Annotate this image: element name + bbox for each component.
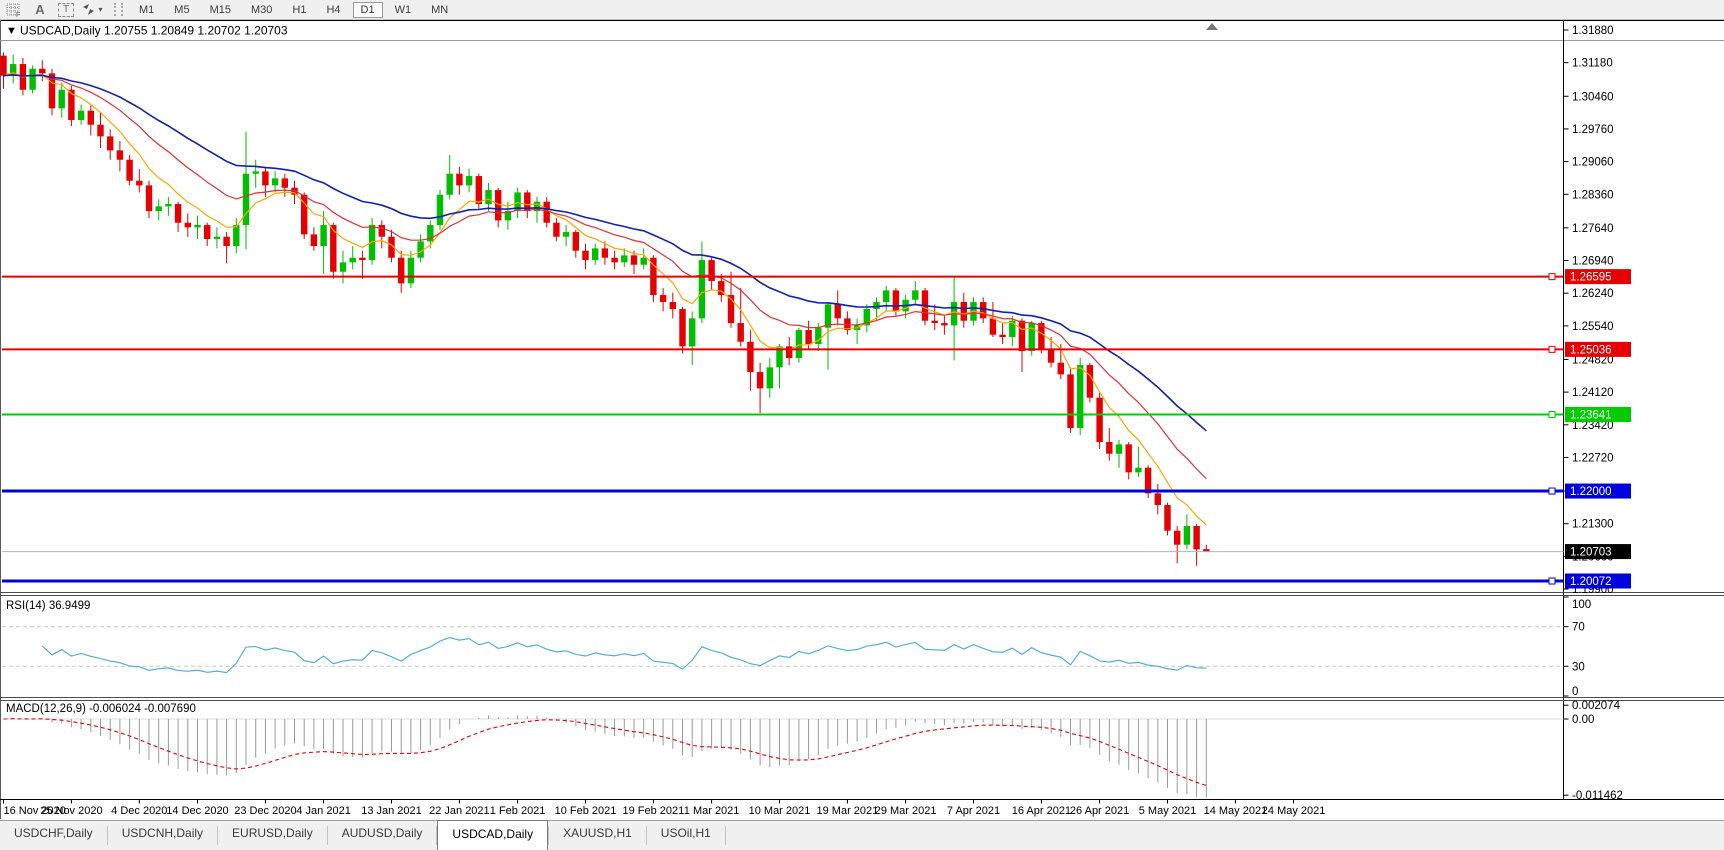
svg-text:14 May 2021: 14 May 2021 bbox=[1204, 805, 1268, 817]
svg-text:26 Apr 2021: 26 Apr 2021 bbox=[1070, 805, 1129, 817]
svg-text:1.29760: 1.29760 bbox=[1572, 124, 1614, 136]
timeframe-button-h4[interactable]: H4 bbox=[318, 2, 348, 18]
timeframe-button-mn[interactable]: MN bbox=[423, 2, 456, 18]
mt4-window: { "toolbar": { "tools": [ {"name": "prof… bbox=[0, 0, 1724, 850]
chart-title: USDCAD,Daily 1.20755 1.20849 1.20702 1.2… bbox=[20, 24, 288, 38]
svg-text:0.00: 0.00 bbox=[1572, 714, 1594, 726]
chart-tab-audusd[interactable]: AUDUSD,Daily bbox=[328, 821, 437, 850]
tab-separator bbox=[724, 826, 726, 845]
chart-frame bbox=[0, 20, 1724, 820]
text-tool-icon[interactable]: T bbox=[54, 1, 78, 18]
symbol-tabbar: USDCHF,Daily USDCNH,Daily EURUSD,Daily AUDU… bbox=[0, 820, 1724, 850]
svg-text:25 Nov 2020: 25 Nov 2020 bbox=[40, 805, 102, 817]
svg-text:1.28360: 1.28360 bbox=[1572, 189, 1614, 201]
svg-text:1.25036: 1.25036 bbox=[1570, 344, 1612, 356]
profile-grid-glyph: F bbox=[6, 3, 20, 17]
cycle-arrows-icon[interactable]: ▾ bbox=[80, 1, 104, 18]
svg-text:0.002074: 0.002074 bbox=[1572, 700, 1621, 712]
toolbar: F A T ▾ M1 M5 M15 M30 H1 H4 D1 W1 MN bbox=[0, 0, 1724, 20]
svg-text:22 Jan 2021: 22 Jan 2021 bbox=[429, 805, 490, 817]
svg-text:1.29060: 1.29060 bbox=[1572, 157, 1614, 169]
svg-text:1.24120: 1.24120 bbox=[1572, 387, 1614, 399]
chart-tab-xauusd[interactable]: XAUUSD,H1 bbox=[549, 821, 646, 850]
svg-text:23 Dec 2020: 23 Dec 2020 bbox=[234, 805, 296, 817]
svg-text:1.20072: 1.20072 bbox=[1570, 576, 1612, 588]
chart-tab-usdcad[interactable]: USDCAD,Daily bbox=[437, 820, 549, 850]
svg-text:5 May 2021: 5 May 2021 bbox=[1139, 805, 1196, 817]
svg-text:1.25540: 1.25540 bbox=[1572, 321, 1614, 333]
chart-canvas[interactable]: 1.31880 1.31180 1.30460 1.29760 1.29060 1.283… bbox=[0, 0, 1724, 849]
rsi-label: RSI(14) 36.9499 bbox=[6, 600, 90, 612]
timeframe-button-d1[interactable]: D1 bbox=[352, 1, 383, 18]
timeframe-button-h1[interactable]: H1 bbox=[284, 2, 314, 18]
current-price-label: 1.20703 bbox=[1570, 547, 1612, 559]
svg-text:4 Dec 2020: 4 Dec 2020 bbox=[111, 805, 167, 817]
svg-text:-0.011462: -0.011462 bbox=[1572, 790, 1623, 802]
timeframe-button-m5[interactable]: M5 bbox=[166, 2, 197, 18]
timeframe-button-m1[interactable]: M1 bbox=[131, 2, 162, 18]
svg-text:10 Mar 2021: 10 Mar 2021 bbox=[749, 805, 811, 817]
svg-text:1.31880: 1.31880 bbox=[1572, 25, 1614, 37]
text-tool-glyph: T bbox=[58, 2, 74, 17]
svg-text:1.30460: 1.30460 bbox=[1572, 91, 1614, 103]
svg-text:F: F bbox=[16, 12, 20, 17]
svg-text:1.26240: 1.26240 bbox=[1572, 288, 1614, 300]
svg-text:1.27640: 1.27640 bbox=[1572, 223, 1614, 235]
svg-text:0: 0 bbox=[1572, 686, 1578, 698]
svg-text:7 Apr 2021: 7 Apr 2021 bbox=[947, 805, 1000, 817]
toolbar-grip[interactable] bbox=[114, 3, 123, 16]
svg-text:100: 100 bbox=[1572, 599, 1591, 611]
svg-text:1.21300: 1.21300 bbox=[1572, 519, 1614, 531]
svg-text:1.22000: 1.22000 bbox=[1570, 486, 1612, 498]
timeframe-button-w1[interactable]: W1 bbox=[387, 2, 420, 18]
svg-text:1.23641: 1.23641 bbox=[1570, 409, 1612, 421]
svg-text:1.26595: 1.26595 bbox=[1570, 272, 1612, 284]
timeframe-buttons: M1 M5 M15 M30 H1 H4 D1 W1 MN bbox=[129, 1, 458, 18]
chevron-down-icon[interactable]: ▾ bbox=[98, 5, 102, 14]
svg-text:4 Jan 2021: 4 Jan 2021 bbox=[296, 805, 350, 817]
label-a-icon[interactable]: A bbox=[28, 1, 52, 18]
chart-tab-usdcnh[interactable]: USDCNH,Daily bbox=[108, 821, 217, 850]
timeframe-button-m30[interactable]: M30 bbox=[243, 2, 280, 18]
svg-text:1 Feb 2021: 1 Feb 2021 bbox=[490, 805, 546, 817]
svg-text:13 Jan 2021: 13 Jan 2021 bbox=[361, 805, 422, 817]
chart-tab-usoil[interactable]: USOil,H1 bbox=[647, 821, 725, 850]
svg-text:1.31180: 1.31180 bbox=[1572, 58, 1613, 70]
svg-text:10 Feb 2021: 10 Feb 2021 bbox=[555, 805, 617, 817]
chart-tab-usdchf[interactable]: USDCHF,Daily bbox=[0, 821, 107, 850]
chart-title-layer: ▼ USDCAD,Daily 1.20755 1.20849 1.20702 1.… bbox=[6, 24, 288, 38]
svg-text:30: 30 bbox=[1572, 661, 1585, 673]
window-menu-icon: ▼ bbox=[6, 25, 17, 37]
profile-grid-icon[interactable]: F bbox=[2, 1, 26, 18]
svg-text:16 Apr 2021: 16 Apr 2021 bbox=[1012, 805, 1071, 817]
chart-tab-eurusd[interactable]: EURUSD,Daily bbox=[218, 821, 327, 850]
svg-text:14 Dec 2020: 14 Dec 2020 bbox=[166, 805, 228, 817]
timeframe-button-m15[interactable]: M15 bbox=[202, 2, 239, 18]
macd-label: MACD(12,26,9) -0.006024 -0.007690 bbox=[6, 703, 196, 715]
svg-text:1.26940: 1.26940 bbox=[1572, 256, 1614, 268]
svg-text:70: 70 bbox=[1572, 622, 1585, 634]
svg-text:19 Feb 2021: 19 Feb 2021 bbox=[623, 805, 685, 817]
svg-text:1 Mar 2021: 1 Mar 2021 bbox=[684, 805, 740, 817]
svg-text:24 May 2021: 24 May 2021 bbox=[1262, 805, 1326, 817]
svg-text:1.22720: 1.22720 bbox=[1572, 452, 1614, 464]
cycle-arrows-glyph bbox=[83, 4, 95, 15]
svg-text:29 Mar 2021: 29 Mar 2021 bbox=[875, 805, 937, 817]
svg-text:19 Mar 2021: 19 Mar 2021 bbox=[817, 805, 879, 817]
